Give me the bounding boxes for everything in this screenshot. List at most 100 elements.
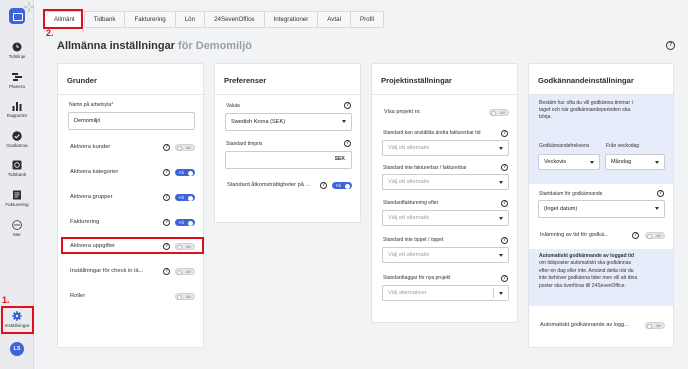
highlight-box-tab (43, 9, 83, 29)
toggle-fakturering[interactable]: PÅ (175, 219, 195, 226)
open-default-select[interactable]: Välj ett alternativ (382, 247, 509, 263)
auto-approval-title: Automatiskt godkännande av loggad tid (539, 253, 635, 259)
tab-fakturering[interactable]: Fakturering (125, 11, 176, 28)
help-icon[interactable]: ? (163, 194, 170, 201)
field-label: Standard kan anställda ändra fakturerbar… (383, 130, 481, 136)
sidebar-item-label: Mer (13, 232, 21, 237)
frequency-select[interactable]: Veckovis (538, 154, 600, 170)
tab-24sevenoffice[interactable]: 24SevenOffice (205, 11, 265, 28)
invoicing-after-select[interactable]: Välj ett alternativ (382, 210, 509, 226)
help-icon[interactable]: ? (320, 182, 327, 189)
sidebar-item-planera[interactable]: Planera (0, 72, 34, 89)
help-icon[interactable]: ? (163, 219, 170, 226)
project-tags-select[interactable]: Välj alternativer (382, 285, 509, 301)
workspace-name-input[interactable]: Demomiljö (68, 112, 195, 130)
help-icon[interactable]: ? (501, 200, 508, 207)
rate-input[interactable]: SEK (225, 151, 352, 169)
invoice-icon (13, 190, 21, 200)
timebank-icon (12, 160, 22, 170)
card-title: Preferenser (224, 76, 267, 85)
sidebar-item-tidsbank[interactable]: Tidsbank (0, 160, 34, 177)
app-logo[interactable] (9, 8, 25, 24)
row-label: Roller (70, 293, 86, 299)
workspace-name-label: Namn på arbetsyta* (69, 102, 114, 108)
currency-unit: SEK (334, 156, 345, 162)
annotation-label-2: 2. (46, 28, 54, 38)
card-title: Grunder (67, 76, 97, 85)
help-icon[interactable]: ? (666, 41, 675, 50)
billable-default-select[interactable]: Välj ett alternativ (382, 174, 509, 190)
toggle-aktivera-grupper[interactable]: PÅ (175, 194, 195, 201)
tab-lon[interactable]: Lön (175, 11, 206, 28)
start-date-select[interactable]: (Inget datum) (538, 200, 665, 218)
help-icon[interactable]: ? (632, 232, 639, 239)
check-circle-icon (12, 131, 22, 141)
more-icon (12, 220, 22, 230)
help-icon[interactable]: ? (163, 169, 170, 176)
card-title: Godkännandeinställningar (538, 76, 634, 85)
toggle-aktivera-kunder[interactable]: AV (175, 144, 195, 151)
currency-label: Valuta (226, 103, 240, 109)
help-icon[interactable]: ? (657, 190, 664, 197)
rate-label: Standard timpris (226, 141, 263, 147)
help-icon[interactable]: ? (344, 140, 351, 147)
sidebar-item-rapporter[interactable]: Rapporter (0, 101, 34, 118)
chevron-down-icon (499, 254, 503, 257)
sidebar-item-fakturering[interactable]: Fakturering (0, 190, 34, 207)
page-title-text: Allmänna inställningar (57, 40, 175, 52)
toggle-access-rights[interactable]: PÅ (332, 182, 352, 189)
field-label: Standard inte öppet / öppet (383, 237, 444, 243)
row-label: Fakturering (70, 219, 100, 225)
toggle-auto-approval[interactable]: AV (645, 322, 665, 329)
weekday-label: Från veckodag (606, 143, 640, 149)
currency-select[interactable]: Swedish Krona (SEK) (225, 113, 352, 131)
help-icon[interactable]: ? (501, 237, 508, 244)
sidebar-item-label: Godkänna (6, 143, 28, 148)
show-project-nr-label: Visa projekt nr. (384, 109, 421, 115)
chevron-down-icon (655, 161, 659, 164)
toggle-check-in[interactable]: AV (175, 268, 195, 275)
avatar[interactable]: LS (10, 342, 24, 356)
divider (58, 94, 203, 95)
billable-edit-select[interactable]: Välj ett alternativ (382, 140, 509, 156)
divider (215, 94, 360, 95)
chevron-down-icon (499, 181, 503, 184)
card-projekt: Projektinställningar Visa projekt nr. AV… (371, 63, 518, 323)
sidebar-item-label: Rapporter (6, 113, 28, 118)
highlight-box-settings (1, 306, 34, 334)
help-icon[interactable]: ? (163, 268, 170, 275)
clock-icon (12, 42, 22, 52)
weekday-select[interactable]: Måndag (605, 154, 665, 170)
annotation-label-1: 1. (2, 295, 10, 305)
highlight-box-uppgifter (61, 237, 204, 254)
help-icon[interactable]: ? (344, 102, 351, 109)
sidebar-item-label: Fakturering (5, 202, 29, 207)
card-godkannande: Godkännandeinställningar Bestäm hur ofta… (528, 63, 674, 348)
sidebar-item-tidslinje[interactable]: Tidslinje (0, 42, 34, 59)
sidebar-item-mer[interactable]: Mer (0, 220, 34, 237)
toggle-show-project-nr[interactable]: AV (489, 109, 509, 116)
toggle-roller[interactable]: AV (175, 293, 195, 300)
tab-profil[interactable]: Profil (350, 11, 385, 28)
tab-avtal[interactable]: Avtal (318, 11, 351, 28)
help-icon[interactable]: ? (163, 144, 170, 151)
card-title: Projektinställningar (381, 76, 452, 85)
tab-integrationer[interactable]: Integrationer (264, 11, 319, 28)
frequency-label: Godkännandefrekvens (539, 143, 590, 149)
field-label: Standardfakturering efter (383, 200, 439, 206)
chevron-down-icon (499, 147, 503, 150)
approval-intro-text: Bestäm hur ofta du vill godkänna timmar … (539, 100, 633, 120)
chevron-down-icon (590, 161, 594, 164)
toggle-aktivera-kategorier[interactable]: PÅ (175, 169, 195, 176)
help-icon[interactable]: ? (501, 130, 508, 137)
page-subtitle: för Demomiljö (178, 40, 252, 52)
help-icon[interactable]: ? (501, 164, 508, 171)
sidebar-item-godkanna[interactable]: Godkänna (0, 131, 34, 148)
auto-approval-text: Automatiskt godkännande av loggad tid om… (539, 253, 638, 289)
help-icon[interactable]: ? (501, 275, 508, 282)
tab-tidbank[interactable]: Tidbank (84, 11, 126, 28)
toggle-submit-time[interactable]: AV (645, 232, 665, 239)
sparkle-icon (24, 2, 34, 12)
row-label: Aktivera kunder (70, 144, 111, 150)
row-label: Inställningar för check in lä... (70, 268, 144, 274)
